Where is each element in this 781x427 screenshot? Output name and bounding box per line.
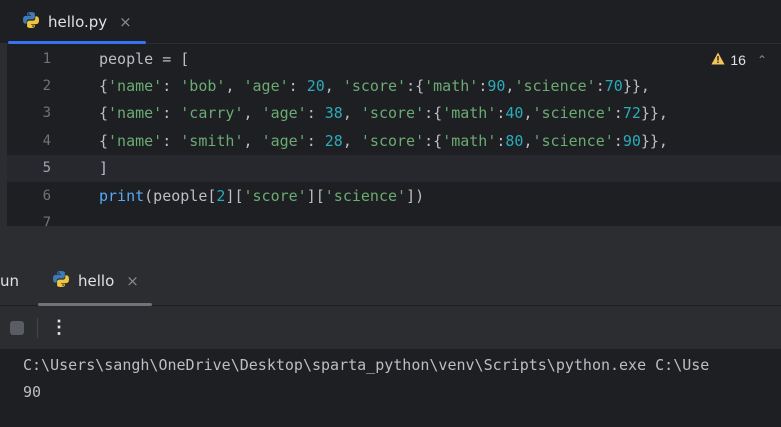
code-line-2: {'name': 'bob', 'age': 20, 'score':{'mat…: [99, 77, 650, 95]
line-number: 1: [42, 51, 51, 67]
code-line-6: print(people[2]['score']['science']): [99, 187, 425, 205]
warning-icon: [711, 52, 725, 68]
code-editor[interactable]: 1 2 3 4 5 6 7 16 ⌃ people = [ {'name': '…: [0, 44, 781, 226]
code-line-1: people = [: [99, 50, 190, 68]
python-file-icon: [52, 270, 70, 293]
console-line: C:\Users\sangh\OneDrive\Desktop\sparta_p…: [23, 356, 710, 374]
line-number: 3: [42, 105, 51, 121]
close-run-tab-icon[interactable]: ×: [126, 272, 139, 290]
line-number: 4: [42, 133, 51, 149]
tab-filename: hello.py: [48, 13, 108, 31]
console-line: 90: [23, 383, 42, 401]
code-line-5: ]: [99, 159, 109, 177]
line-number-active: 5: [42, 160, 51, 176]
editor-left-strip: [0, 44, 7, 226]
run-console-output[interactable]: C:\Users\sangh\OneDrive\Desktop\sparta_p…: [0, 350, 781, 427]
chevron-up-icon[interactable]: ⌃: [757, 53, 767, 67]
inspection-warnings-widget[interactable]: 16 ⌃: [711, 52, 767, 68]
code-line-3: {'name': 'carry', 'age': 38, 'score':{'m…: [99, 104, 668, 122]
python-file-icon: [22, 11, 40, 34]
run-toolbar: ⋮: [0, 306, 781, 350]
toolbar-divider: [37, 318, 38, 338]
line-number: 7: [42, 215, 51, 226]
more-options-icon[interactable]: ⋮: [50, 316, 68, 338]
editor-tab-hello-py[interactable]: hello.py ×: [8, 0, 146, 44]
stop-icon[interactable]: [10, 321, 24, 335]
run-window-title: un: [0, 272, 20, 290]
code-line-4: {'name': 'smith', 'age': 28, 'score':{'m…: [99, 132, 668, 150]
editor-tab-bar: hello.py ×: [0, 0, 781, 44]
line-number: 6: [42, 188, 51, 204]
run-tab-label: hello: [78, 272, 115, 290]
run-tab-hello[interactable]: hello ×: [38, 256, 152, 306]
current-line-highlight: [7, 155, 781, 182]
line-number-gutter: 1 2 3 4 5 6 7: [7, 44, 87, 226]
panel-splitter[interactable]: [0, 226, 781, 256]
close-tab-icon[interactable]: ×: [119, 13, 132, 31]
run-tool-window-header: un hello ×: [0, 256, 781, 306]
line-number: 2: [42, 78, 51, 94]
warning-count: 16: [730, 52, 746, 68]
